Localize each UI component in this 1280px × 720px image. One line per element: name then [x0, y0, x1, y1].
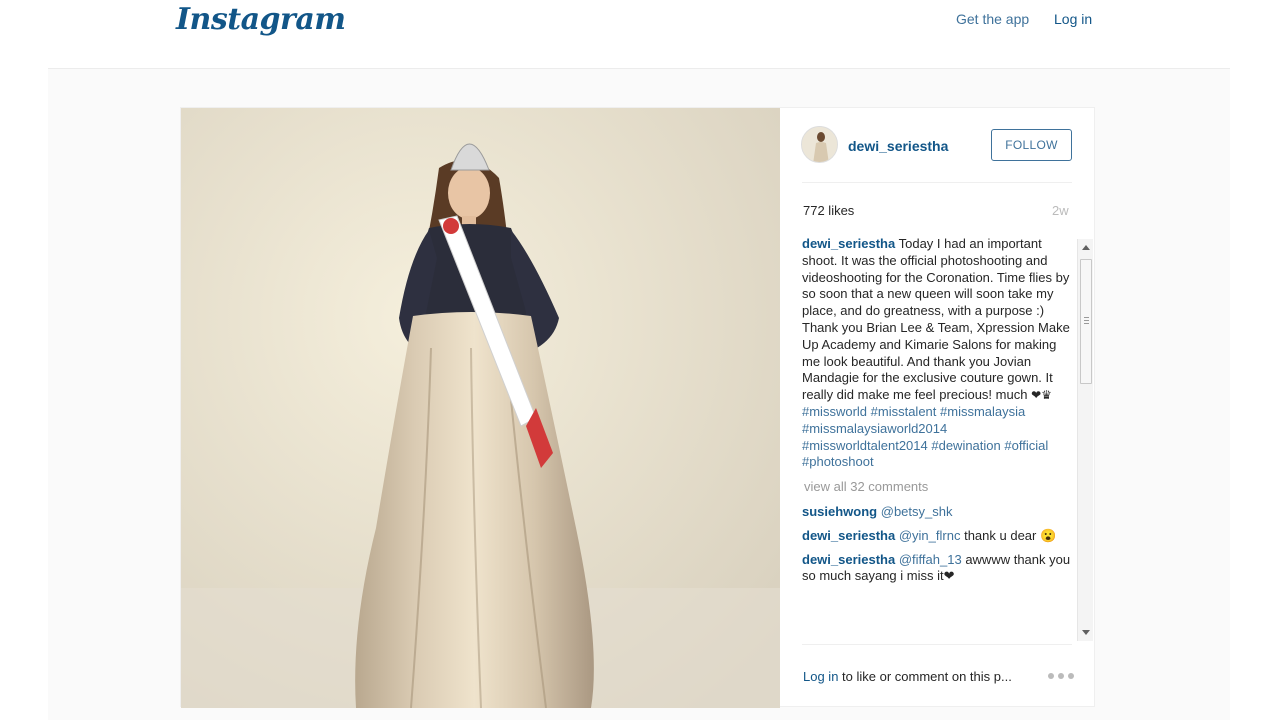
more-options-icon[interactable]: [1048, 670, 1074, 682]
scroll-down-arrow-icon[interactable]: [1082, 630, 1090, 635]
woman-in-gown-image: [181, 108, 780, 708]
caption-text: Today I had an important shoot. It was t…: [802, 236, 1070, 403]
footer-log-in-link[interactable]: Log in: [803, 669, 838, 684]
follow-button[interactable]: FOLLOW: [991, 129, 1072, 161]
comment-username[interactable]: susiehwong: [802, 504, 877, 519]
scroll-up-arrow-icon[interactable]: [1082, 245, 1090, 250]
scrollbar-thumb[interactable]: [1080, 259, 1092, 384]
avatar-image: [802, 127, 837, 162]
footer-prompt-text: to like or comment on this p...: [842, 669, 1012, 684]
sidebar-divider: [802, 182, 1072, 183]
grip-line: [1084, 317, 1089, 318]
hashtag[interactable]: #missworldtalent2014: [802, 438, 928, 453]
instagram-logo[interactable]: Instagram: [176, 2, 346, 37]
list-item: dewi_seriestha @fiffah_13 awwww thank yo…: [802, 552, 1072, 586]
hashtag[interactable]: #dewination: [931, 438, 1000, 453]
grip-line: [1084, 320, 1089, 321]
grip-line: [1084, 323, 1089, 324]
view-all-comments-link[interactable]: view all 32 comments: [804, 479, 1072, 496]
hashtag[interactable]: #missmalaysia: [940, 404, 1025, 419]
comment-username[interactable]: dewi_seriestha: [802, 552, 895, 567]
hashtag[interactable]: #photoshoot: [802, 454, 874, 469]
likes-count[interactable]: 772 likes: [803, 203, 854, 218]
comment-mention[interactable]: @yin_flrnc: [899, 528, 961, 543]
post-age: 2w: [1052, 203, 1069, 218]
comments-scrollbar[interactable]: [1077, 239, 1093, 641]
footer-divider: [802, 644, 1072, 645]
comments-list: dewi_seriestha Today I had an important …: [802, 236, 1072, 641]
post-card: dewi_seriestha FOLLOW 772 likes 2w dewi_…: [180, 107, 1096, 708]
caption: dewi_seriestha Today I had an important …: [802, 236, 1072, 471]
comment-mention[interactable]: @betsy_shk: [881, 504, 953, 519]
hashtag[interactable]: #misstalent: [871, 404, 937, 419]
top-navigation-bar: Instagram Get the app Log in: [0, 0, 1280, 68]
get-the-app-link[interactable]: Get the app: [956, 11, 1029, 27]
log-in-link[interactable]: Log in: [1054, 11, 1092, 27]
caption-username[interactable]: dewi_seriestha: [802, 236, 895, 251]
list-item: dewi_seriestha @yin_flrnc thank u dear 😮: [802, 528, 1072, 545]
avatar[interactable]: [801, 126, 838, 163]
hashtag[interactable]: #official: [1004, 438, 1048, 453]
post-photo[interactable]: [181, 108, 780, 708]
post-sidebar: dewi_seriestha FOLLOW 772 likes 2w dewi_…: [780, 108, 1096, 708]
post-author-username[interactable]: dewi_seriestha: [848, 138, 948, 154]
hashtag[interactable]: #missmalaysiaworld2014: [802, 421, 947, 436]
comment-mention[interactable]: @fiffah_13: [899, 552, 962, 567]
hashtag[interactable]: #missworld: [802, 404, 867, 419]
comment-username[interactable]: dewi_seriestha: [802, 528, 895, 543]
comment-text: thank u dear 😮: [964, 527, 1057, 543]
list-item: susiehwong @betsy_shk: [802, 504, 1072, 521]
login-prompt: Log in to like or comment on this p...: [803, 669, 1012, 684]
caption-emoji: ❤♛: [1031, 388, 1052, 403]
